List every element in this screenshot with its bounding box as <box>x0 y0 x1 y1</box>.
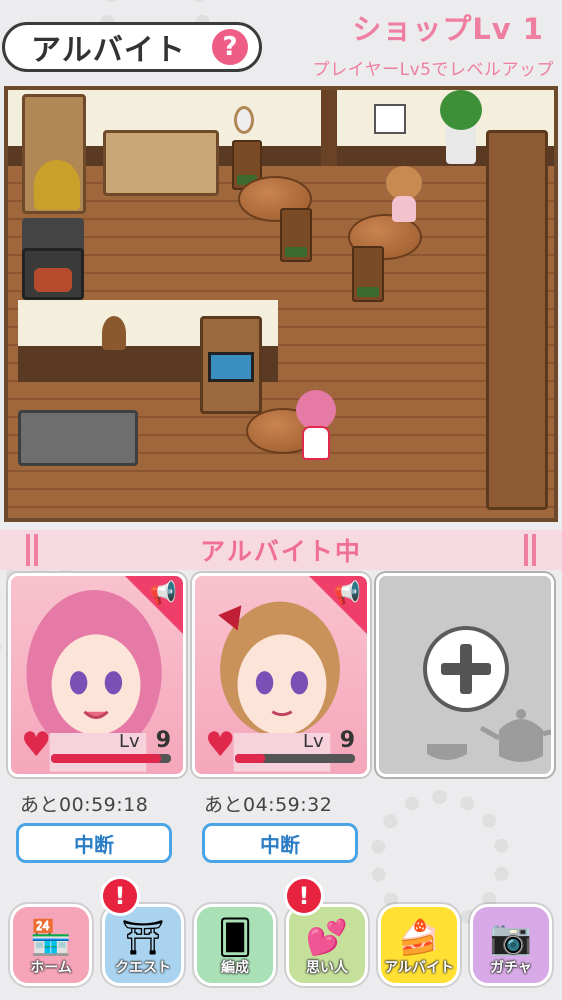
counter <box>486 130 548 510</box>
chair <box>352 246 384 302</box>
pot <box>34 268 72 292</box>
character-card[interactable]: 📢 ♥ Lv 9 <box>192 573 370 777</box>
quest-alert-badge: ! <box>100 876 140 916</box>
cards-icon: 🂠 <box>217 918 253 958</box>
work-timer: あと04:59:32 <box>204 794 333 816</box>
wall-sign <box>374 104 406 134</box>
nav-gacha-button[interactable]: 📷 ガチャ <box>470 904 552 986</box>
wall-clock <box>102 316 126 350</box>
nav-quest-button[interactable]: ⛩ クエスト <box>102 904 184 986</box>
plant-pot <box>446 124 476 164</box>
display-shelf <box>103 130 219 196</box>
camera-icon: 📷 <box>489 918 533 958</box>
working-banner: アルバイト中 <box>0 530 562 570</box>
character-level: Lv 9 <box>119 728 171 753</box>
stop-work-button[interactable]: 中断 <box>16 823 172 863</box>
nav-team-button[interactable]: 🂠 編成 <box>194 904 276 986</box>
question-icon: ? <box>222 32 238 62</box>
heart-icon: ♥ <box>205 725 236 765</box>
chibi-character-brown[interactable] <box>380 166 428 226</box>
nav-parttime-button[interactable]: 🍰 アルバイト <box>378 904 460 986</box>
waitress-icon: 🍰 <box>397 918 441 958</box>
nav-home-button[interactable]: 🏪 ホーム <box>10 904 92 986</box>
chair <box>280 208 312 262</box>
beloved-alert-badge: ! <box>284 876 324 916</box>
tv-screen <box>208 352 254 382</box>
working-banner-label: アルバイト中 <box>200 537 362 566</box>
kitchen-counter <box>18 410 138 466</box>
shop-level: ショップLv 1 <box>352 12 544 46</box>
character-level: Lv 9 <box>303 728 355 753</box>
gramophone-horn <box>34 160 80 210</box>
affection-bar <box>235 754 355 763</box>
empty-slot-card[interactable] <box>376 573 554 777</box>
heart-icon: ♥ <box>21 725 52 765</box>
shop-level-hint: プレイヤーLv5でレベルアップ <box>312 60 554 80</box>
affection-bar-fill <box>235 754 265 763</box>
stop-work-button[interactable]: 中断 <box>202 823 358 863</box>
plant <box>440 90 482 130</box>
shop-icon: 🏪 <box>29 918 73 958</box>
chibi-character-pink[interactable] <box>290 390 342 486</box>
affection-bar-fill <box>51 754 162 763</box>
teapot-icon <box>427 709 551 762</box>
page-title-text: アルバイト <box>31 33 186 68</box>
gate-icon: ⛩ <box>121 918 165 958</box>
plus-icon <box>441 644 491 694</box>
work-timer: あと00:59:18 <box>20 794 149 816</box>
affection-bar <box>51 754 171 763</box>
help-button[interactable]: ? <box>210 27 250 67</box>
nav-beloved-button[interactable]: 💕 思い人 <box>286 904 368 986</box>
cafe-scene[interactable] <box>4 86 558 522</box>
hearts-icon: 💕 <box>305 918 349 958</box>
character-card[interactable]: 📢 ♥ Lv 9 <box>8 573 186 777</box>
wall-mirror <box>234 106 254 134</box>
